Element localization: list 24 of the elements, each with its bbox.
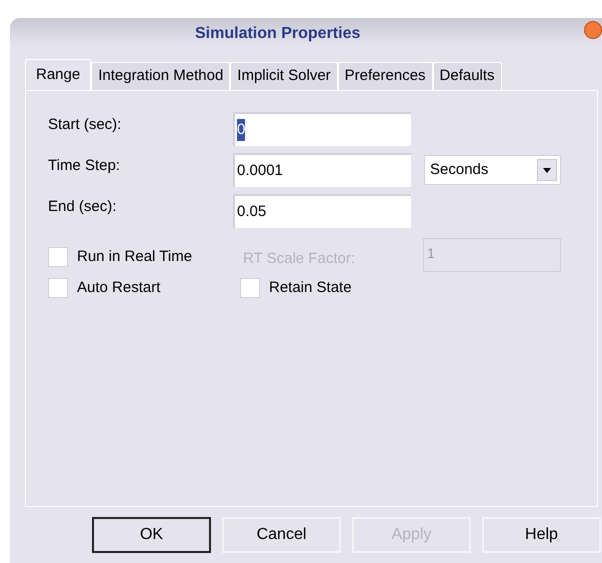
unit-dropdown[interactable]: Seconds bbox=[424, 155, 561, 185]
checkbox[interactable] bbox=[48, 247, 68, 268]
field-value: 0 bbox=[237, 118, 246, 142]
input-field[interactable]: 0.0001 bbox=[233, 153, 411, 187]
field-label: Time Step: bbox=[48, 156, 121, 176]
window-title: Simulation Properties bbox=[195, 24, 360, 44]
checkbox-label: Retain State bbox=[269, 278, 352, 298]
dialog-button[interactable]: OK bbox=[92, 517, 211, 553]
tab[interactable]: Integration Method bbox=[91, 62, 230, 90]
caret-icon[interactable] bbox=[537, 159, 557, 181]
input-field[interactable]: 0 bbox=[233, 112, 411, 146]
input-field[interactable]: 0.05 bbox=[233, 194, 411, 228]
field-label: Start (sec): bbox=[48, 114, 122, 135]
dialog-button[interactable]: Help bbox=[482, 517, 601, 553]
checkbox[interactable] bbox=[48, 278, 68, 298]
tab[interactable]: Implicit Solver bbox=[230, 62, 338, 90]
tab[interactable]: Preferences bbox=[338, 62, 433, 90]
checkbox-label: Run in Real Time bbox=[77, 247, 192, 267]
tab[interactable]: Range bbox=[25, 59, 92, 91]
dialog-button[interactable]: Cancel bbox=[222, 517, 341, 553]
checkbox-label: Auto Restart bbox=[77, 278, 160, 298]
field-label: End (sec): bbox=[48, 196, 118, 217]
tab[interactable]: Defaults bbox=[432, 62, 502, 90]
checkbox[interactable] bbox=[240, 278, 260, 298]
